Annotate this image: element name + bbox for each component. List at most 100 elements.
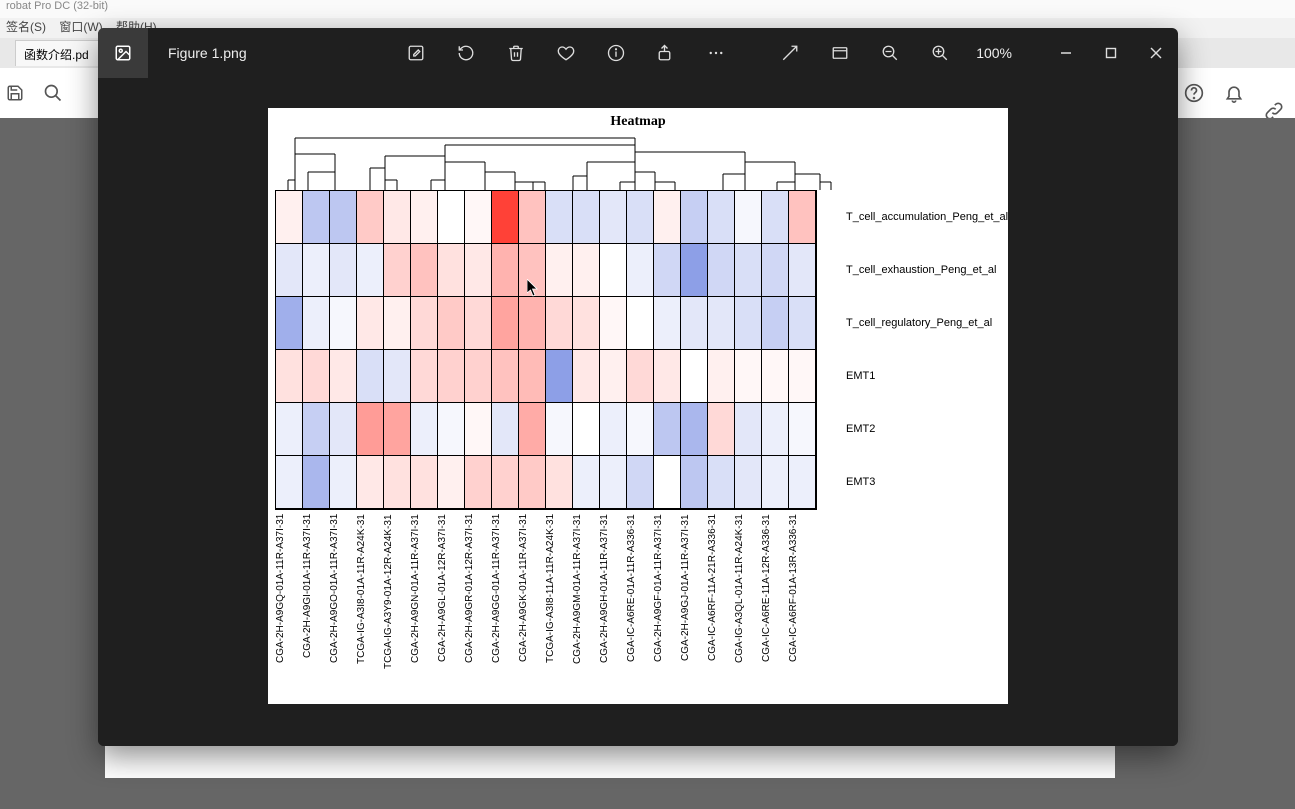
col-label: CGA-2H-A9GM-01A-11R-A37I-31 [572, 514, 599, 704]
heatmap-cell [546, 297, 573, 350]
heatmap-cell [600, 350, 627, 403]
heatmap-cell [735, 403, 762, 456]
heatmap-cell [654, 456, 681, 509]
heatmap-cell [762, 403, 789, 456]
col-label: TCGA-IG-A3Y9-01A-12R-A24K-31 [383, 514, 410, 704]
heatmap-cell [735, 244, 762, 297]
heatmap-cell [276, 244, 303, 297]
heatmap-cell [735, 191, 762, 244]
heatmap-cell [438, 244, 465, 297]
heatmap-cell [681, 403, 708, 456]
share-icon[interactable] [646, 28, 686, 78]
heatmap-cell [519, 350, 546, 403]
heatmap-cell [789, 191, 816, 244]
heatmap-cell [654, 403, 681, 456]
zoom-in-icon[interactable] [920, 28, 960, 78]
heatmap-cell [762, 350, 789, 403]
heatmap-cell [492, 403, 519, 456]
heatmap-cell [573, 297, 600, 350]
more-icon[interactable] [696, 28, 736, 78]
col-label: CGA-IC-A6RE-11A-12R-A336-31 [761, 514, 788, 704]
zoom-icon[interactable] [42, 82, 64, 104]
heatmap-cell [600, 244, 627, 297]
heatmap-cell [708, 297, 735, 350]
heatmap-cell [465, 350, 492, 403]
viewer-header: Figure 1.png [98, 28, 1178, 78]
dendrogram-icon [275, 132, 842, 190]
heatmap-cell [276, 297, 303, 350]
heatmap-cell [735, 297, 762, 350]
heatmap-cell [789, 297, 816, 350]
maximize-button[interactable] [1088, 37, 1133, 69]
rotate-icon[interactable] [446, 28, 486, 78]
edit-icon[interactable] [396, 28, 436, 78]
heatmap-cell [627, 244, 654, 297]
col-label: CGA-2H-A9GQ-01A-11R-A37I-31 [275, 514, 302, 704]
heatmap-cell [789, 350, 816, 403]
acrobat-tab[interactable]: 函数介绍.pd [15, 40, 100, 66]
heatmap-cell [357, 456, 384, 509]
heatmap-cell [519, 403, 546, 456]
heatmap-cell [627, 191, 654, 244]
zoom-out-icon[interactable] [870, 28, 910, 78]
menu-sign[interactable]: 签名(S) [6, 20, 46, 34]
heatmap-cell [357, 297, 384, 350]
slideshow-icon[interactable] [820, 28, 860, 78]
heatmap-cell [546, 244, 573, 297]
heatmap-cell [411, 403, 438, 456]
heatmap-cell [519, 456, 546, 509]
col-label: CGA-2H-A9GN-01A-11R-A37I-31 [410, 514, 437, 704]
minimize-button[interactable] [1043, 37, 1088, 69]
heatmap-cell [708, 191, 735, 244]
heatmap-cell [546, 191, 573, 244]
heatmap-cell [330, 297, 357, 350]
col-label: CGA-IC-A6RE-01A-11R-A336-31 [626, 514, 653, 704]
viewer-file-name: Figure 1.png [168, 45, 247, 61]
heatmap-cell [276, 191, 303, 244]
heatmap-cell [384, 191, 411, 244]
menu-window[interactable]: 窗口(W) [59, 20, 102, 34]
viewer-body[interactable]: Heatmap [98, 78, 1178, 746]
info-icon[interactable] [596, 28, 636, 78]
col-label: TCGA-IG-A3I8-01A-11R-A24K-31 [356, 514, 383, 704]
expand-icon[interactable] [770, 28, 810, 78]
col-labels: CGA-2H-A9GQ-01A-11R-A37I-31CGA-2H-A9GI-0… [275, 514, 815, 704]
heatmap-cell [600, 191, 627, 244]
row-label: T_cell_regulatory_Peng_et_al [846, 296, 1008, 349]
acrobat-titlebar: robat Pro DC (32-bit) [0, 0, 1295, 18]
row-label: T_cell_accumulation_Peng_et_al [846, 190, 1008, 243]
heatmap-cell [681, 350, 708, 403]
col-label: CGA-2H-A9GH-01A-11R-A37I-31 [599, 514, 626, 704]
gallery-button[interactable] [98, 28, 148, 78]
col-label: CGA-2H-A9GK-01A-11R-A37I-31 [518, 514, 545, 704]
heatmap-cell [762, 297, 789, 350]
heatmap-cell [627, 350, 654, 403]
heatmap-cell [330, 456, 357, 509]
heatmap-cell [384, 350, 411, 403]
heatmap-cell [789, 244, 816, 297]
heatmap-cell [357, 191, 384, 244]
heatmap-cell [681, 456, 708, 509]
favorite-icon[interactable] [546, 28, 586, 78]
heatmap-cell [276, 350, 303, 403]
heatmap-grid [275, 190, 817, 510]
heatmap-cell [573, 403, 600, 456]
heatmap-cell [708, 403, 735, 456]
heatmap-cell [303, 350, 330, 403]
col-label: CGA-2H-A9GO-01A-11R-A37I-31 [329, 514, 356, 704]
zoom-level[interactable]: 100% [970, 45, 1018, 61]
bell-icon[interactable] [1223, 82, 1245, 104]
delete-icon[interactable] [496, 28, 536, 78]
heatmap-cell [438, 456, 465, 509]
help-icon[interactable] [1183, 82, 1205, 104]
close-button[interactable] [1133, 37, 1178, 69]
heatmap-cell [276, 456, 303, 509]
heatmap-cell [708, 456, 735, 509]
heatmap-cell [546, 456, 573, 509]
heatmap-cell [330, 191, 357, 244]
heatmap-cell [573, 350, 600, 403]
save-icon[interactable] [4, 82, 26, 104]
heatmap-cell [627, 456, 654, 509]
heatmap-cell [303, 456, 330, 509]
heatmap-cell [735, 350, 762, 403]
